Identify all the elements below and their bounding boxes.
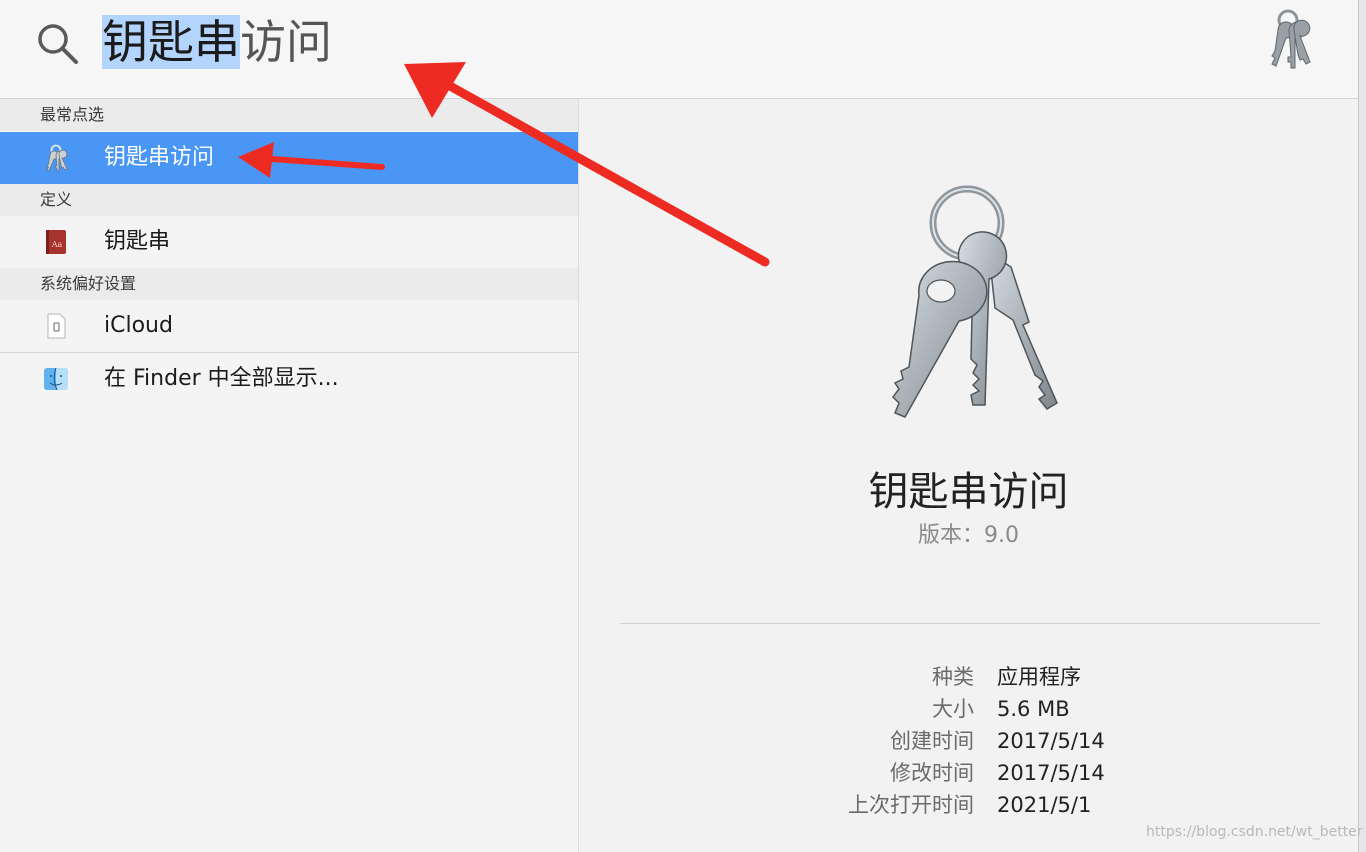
result-label: iCloud — [104, 313, 173, 338]
background-window-edge — [1358, 0, 1366, 852]
info-value: 2017/5/14 — [997, 761, 1105, 785]
info-key: 修改时间 — [890, 761, 974, 785]
result-icloud[interactable]: iCloud — [0, 300, 578, 352]
section-header-label: 系统偏好设置 — [40, 274, 137, 293]
info-value: 应用程序 — [997, 665, 1081, 689]
query-autocomplete-text: 访问 — [240, 15, 332, 69]
info-key: 种类 — [932, 665, 974, 689]
keychain-icon — [892, 185, 1058, 418]
result-keychain-access[interactable]: 钥匙串访问 — [0, 132, 578, 184]
info-row-created: 创建时间 2017/5/14 — [579, 725, 1358, 757]
result-label: 钥匙串 — [104, 229, 171, 254]
result-label: 在 Finder 中全部显示... — [104, 366, 339, 391]
keychain-icon — [46, 144, 68, 172]
info-value: 2017/5/14 — [997, 729, 1105, 753]
icloud-prefpane-icon — [47, 313, 66, 339]
keychain-icon — [1271, 9, 1311, 69]
preview-pane: 钥匙串访问 版本：9.0 种类 应用程序 大小 5.6 MB 创建时间 2017… — [579, 99, 1358, 852]
info-key: 大小 — [932, 697, 974, 721]
info-row-kind: 种类 应用程序 — [579, 661, 1358, 693]
info-key: 创建时间 — [890, 729, 974, 753]
section-header-definition: 定义 — [0, 184, 578, 216]
result-dictionary-keychain[interactable]: Aa 钥匙串 — [0, 216, 578, 268]
query-selected-text: 钥匙串 — [102, 15, 240, 69]
preview-info-table: 种类 应用程序 大小 5.6 MB 创建时间 2017/5/14 修改时间 20… — [579, 661, 1358, 821]
preview-version: 版本：9.0 — [918, 523, 1019, 548]
preview-app-name: 钥匙串访问 — [868, 469, 1069, 515]
watermark: https://blog.csdn.net/wt_better — [1146, 824, 1363, 840]
result-label: 钥匙串访问 — [104, 145, 215, 170]
info-row-modified: 修改时间 2017/5/14 — [579, 757, 1358, 789]
info-value: 2021/5/1 — [997, 793, 1092, 817]
finder-icon — [44, 367, 68, 391]
results-list[interactable]: 最常点选 钥匙串访问 定义 Aa 钥匙串 系统偏好设置 iCloud 在 Fin… — [0, 99, 579, 852]
section-header-top-hit: 最常点选 — [0, 99, 578, 131]
section-header-label: 最常点选 — [40, 105, 105, 124]
spotlight-search-bar[interactable]: 钥匙串访问 — [0, 0, 1358, 99]
info-value: 5.6 MB — [997, 697, 1070, 721]
result-show-all-in-finder[interactable]: 在 Finder 中全部显示... — [0, 353, 578, 405]
preview-divider — [620, 623, 1320, 624]
svg-text:Aa: Aa — [51, 240, 63, 249]
dictionary-icon: Aa — [46, 230, 66, 254]
search-input[interactable]: 钥匙串访问 — [102, 12, 332, 72]
search-icon — [38, 24, 78, 64]
info-row-size: 大小 5.6 MB — [579, 693, 1358, 725]
info-row-last-opened: 上次打开时间 2021/5/1 — [579, 789, 1358, 821]
section-header-label: 定义 — [40, 190, 73, 209]
section-header-system-preferences: 系统偏好设置 — [0, 268, 578, 300]
info-key: 上次打开时间 — [848, 793, 974, 817]
